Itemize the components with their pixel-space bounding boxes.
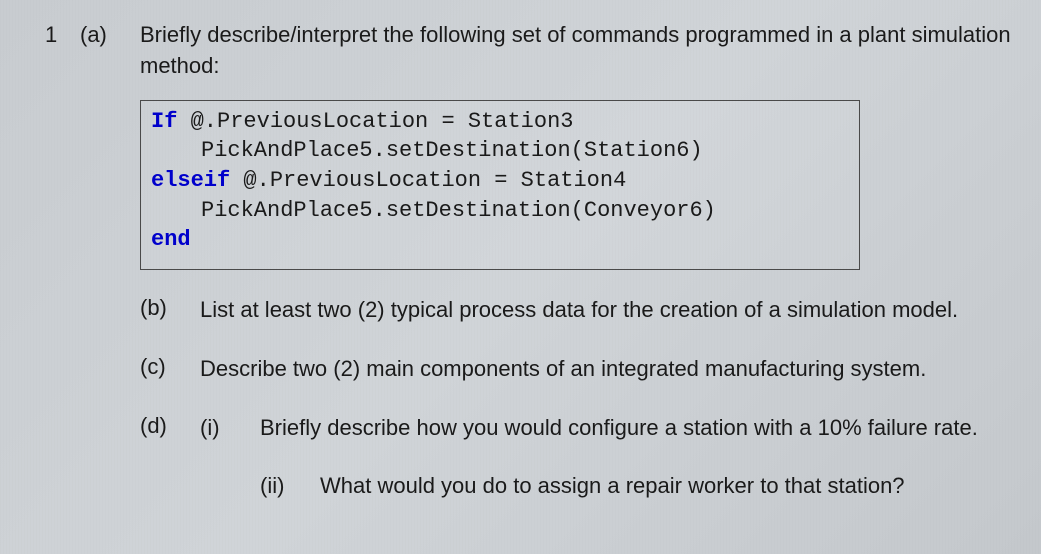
code-line-1: If @.PreviousLocation = Station3 xyxy=(151,107,849,137)
part-d-row: (d) (i) Briefly describe how you would c… xyxy=(140,413,1011,503)
code-text-2: PickAndPlace5.setDestination(Station6) xyxy=(201,138,703,163)
code-line-5: end xyxy=(151,225,849,255)
question-number: 1 xyxy=(30,20,80,48)
part-c-row: (c) Describe two (2) main components of … xyxy=(140,354,1011,385)
keyword-elseif: elseif xyxy=(151,168,230,193)
part-d-label: (d) xyxy=(140,413,200,439)
part-b-label: (b) xyxy=(140,295,200,321)
part-d-content: (i) Briefly describe how you would confi… xyxy=(200,413,1011,503)
part-c-text: Describe two (2) main components of an i… xyxy=(200,354,1011,385)
keyword-end: end xyxy=(151,227,191,252)
part-d-ii-label: (ii) xyxy=(260,471,320,502)
part-d-ii-text: What would you do to assign a repair wor… xyxy=(320,471,1011,502)
part-c-label: (c) xyxy=(140,354,200,380)
part-b-text: List at least two (2) typical process da… xyxy=(200,295,1011,326)
keyword-if: If xyxy=(151,109,177,134)
part-d-ii-row: (ii) What would you do to assign a repai… xyxy=(260,471,1011,502)
part-a-text: Briefly describe/interpret the following… xyxy=(140,20,1011,82)
sub-questions-container: (b) List at least two (2) typical proces… xyxy=(140,295,1011,502)
code-line-2: PickAndPlace5.setDestination(Station6) xyxy=(151,136,849,166)
part-d-i-row: (i) Briefly describe how you would confi… xyxy=(200,413,1011,444)
code-block: If @.PreviousLocation = Station3 PickAnd… xyxy=(140,100,860,270)
part-d-i-text: Briefly describe how you would configure… xyxy=(260,413,1011,444)
part-b-row: (b) List at least two (2) typical proces… xyxy=(140,295,1011,326)
code-text-3: @.PreviousLocation = Station4 xyxy=(230,168,626,193)
question-header-row: 1 (a) Briefly describe/interpret the fol… xyxy=(30,20,1011,82)
code-line-4: PickAndPlace5.setDestination(Conveyor6) xyxy=(151,196,849,226)
code-line-3: elseif @.PreviousLocation = Station4 xyxy=(151,166,849,196)
code-text-1: @.PreviousLocation = Station3 xyxy=(177,109,573,134)
part-a-label: (a) xyxy=(80,20,140,48)
part-d-i-label: (i) xyxy=(200,413,260,444)
code-text-4: PickAndPlace5.setDestination(Conveyor6) xyxy=(201,198,716,223)
